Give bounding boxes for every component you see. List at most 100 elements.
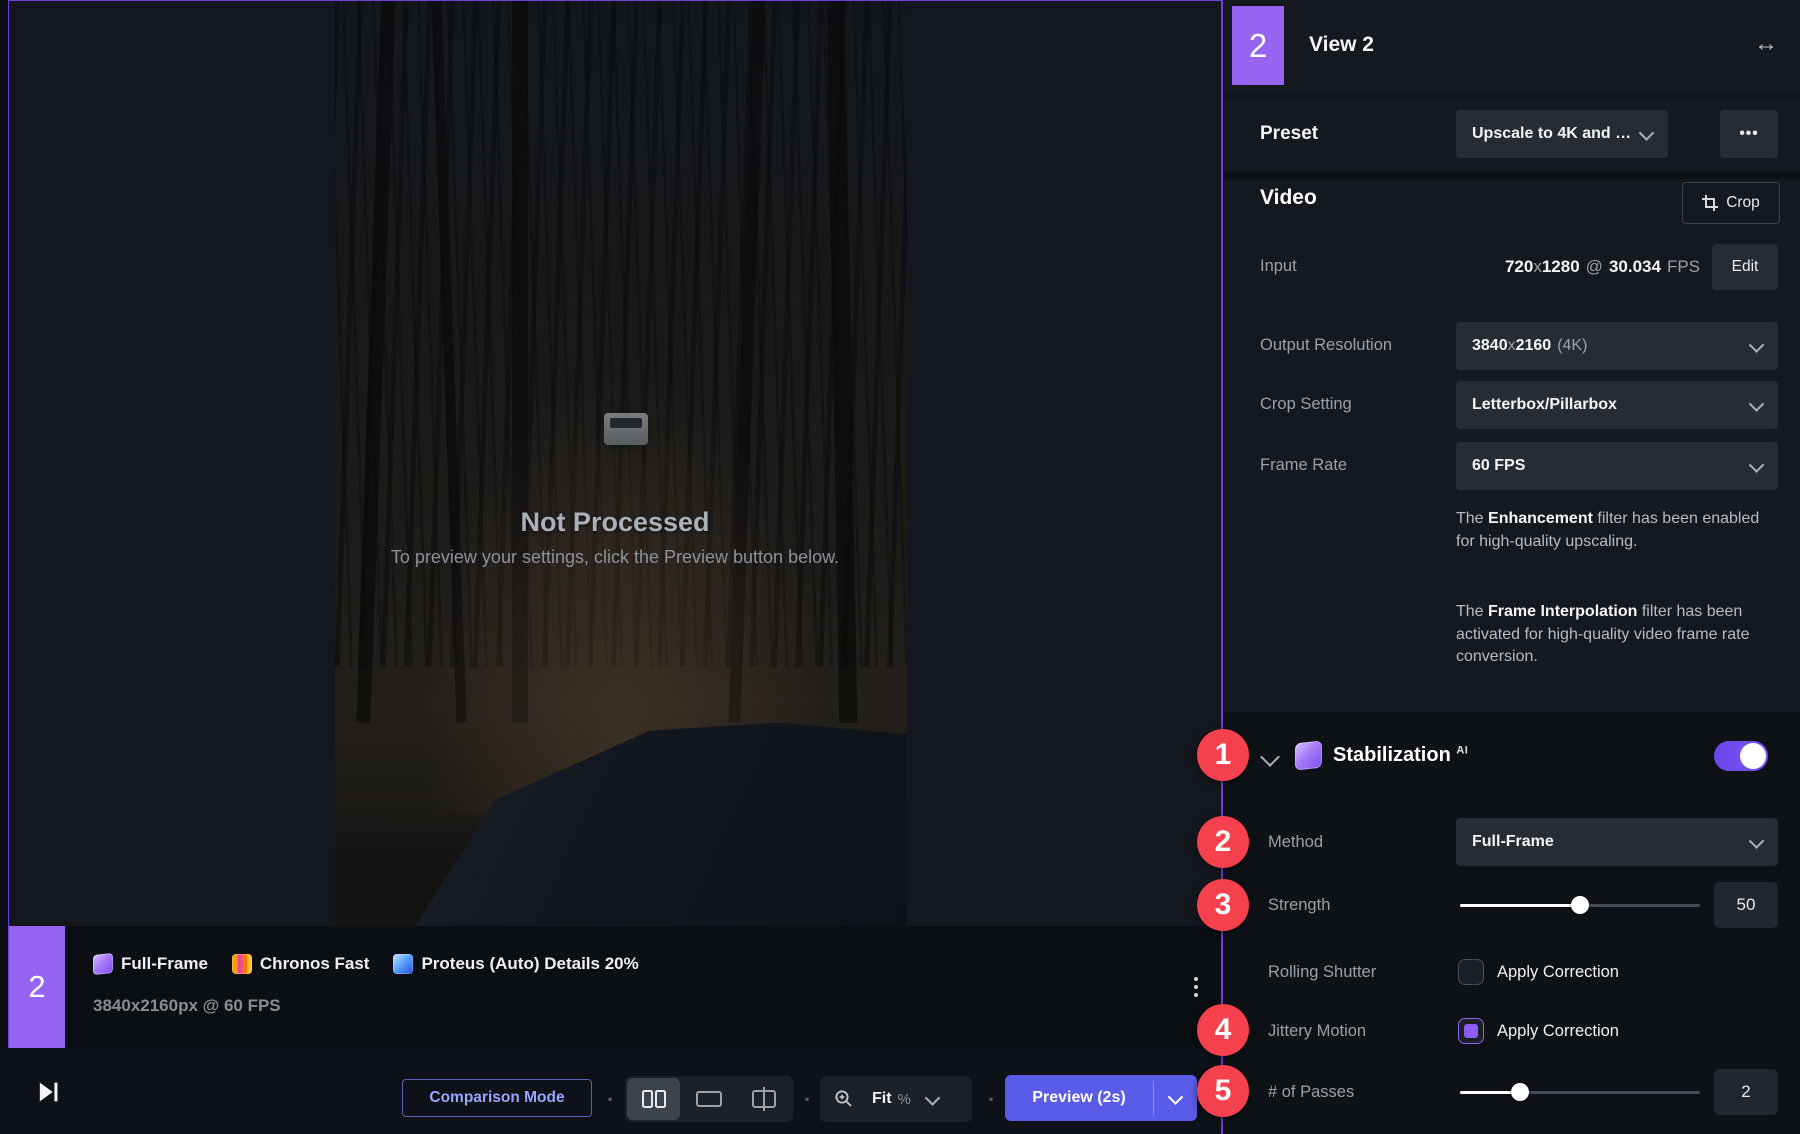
crop-button-label: Crop [1726, 194, 1760, 212]
not-processed-subtitle: To preview your settings, click the Prev… [9, 547, 1221, 568]
view-info-bar: 2 Full-Frame Chronos Fast Proteus (Auto)… [9, 926, 1221, 1048]
stabilization-toggle[interactable] [1714, 741, 1768, 771]
output-summary: 3840x2160px @ 60 FPS [93, 996, 281, 1016]
crop-setting-dropdown[interactable]: Letterbox/Pillarbox [1456, 381, 1778, 429]
collapse-section-icon[interactable] [1260, 747, 1280, 767]
video-viewport: Not Processed To preview your settings, … [8, 0, 1221, 1048]
view-number-badge: 2 [9, 926, 65, 1048]
filter-item: Full-Frame [93, 954, 208, 974]
zoom-unit: % [898, 1091, 911, 1108]
slider-fill [1460, 904, 1580, 907]
crop-button[interactable]: Crop [1682, 182, 1780, 224]
chevron-down-icon [1749, 337, 1765, 353]
expand-panel-icon[interactable]: ↔ [1754, 30, 1778, 58]
filter-label: Full-Frame [121, 954, 208, 974]
preset-more-button[interactable]: ••• [1720, 110, 1778, 158]
chevron-down-icon [1168, 1089, 1184, 1105]
output-resolution-dropdown[interactable]: 3840x2160(4K) [1456, 322, 1778, 370]
chevron-down-icon [1749, 457, 1765, 473]
frame-interpolation-note: The Frame Interpolation filter has been … [1456, 601, 1782, 669]
stabilization-title: Stabilization AI [1333, 744, 1468, 767]
more-options-icon[interactable] [1187, 965, 1205, 1009]
crop-setting-label: Crop Setting [1260, 395, 1352, 414]
preset-label: Preset [1260, 123, 1318, 145]
skip-forward-icon [34, 1078, 62, 1106]
preset-value: Upscale to 4K and … [1472, 125, 1631, 143]
rolling-shutter-option: Apply Correction [1497, 963, 1619, 982]
strength-label: Strength [1268, 896, 1330, 915]
passes-value[interactable]: 2 [1714, 1069, 1778, 1115]
chronos-icon [232, 954, 252, 974]
stabilization-icon [1295, 741, 1322, 771]
side-by-side-icon [641, 1089, 667, 1109]
enhancement-note: The Enhancement filter has been enabled … [1456, 508, 1782, 553]
output-resolution-label: Output Resolution [1260, 336, 1392, 355]
edit-input-button[interactable]: Edit [1712, 244, 1778, 290]
frame-rate-value: 60 FPS [1472, 457, 1525, 475]
toggle-knob [1740, 743, 1766, 769]
filter-label: Proteus (Auto) Details 20% [421, 954, 638, 974]
jittery-motion-checkbox[interactable] [1458, 1018, 1484, 1044]
chevron-down-icon [1639, 125, 1655, 141]
annotation-3: 3 [1197, 879, 1249, 931]
chevron-down-icon [1749, 833, 1765, 849]
filter-label: Chronos Fast [260, 954, 370, 974]
playback-toolbar: Comparison Mode · · Fit [0, 1049, 1221, 1134]
annotation-5: 5 [1197, 1065, 1249, 1117]
not-processed-dim-overlay [335, 1, 907, 926]
filter-item: Proteus (Auto) Details 20% [393, 954, 638, 974]
method-dropdown[interactable]: Full-Frame [1456, 818, 1778, 866]
passes-label: # of Passes [1268, 1083, 1354, 1102]
view-number-badge: 2 [1232, 6, 1284, 85]
toolbar-separator: · [988, 1087, 995, 1113]
preview-options-dropdown[interactable] [1154, 1075, 1197, 1121]
zoom-in-icon [834, 1089, 854, 1109]
annotation-1: 1 [1197, 729, 1249, 781]
rolling-shutter-label: Rolling Shutter [1268, 963, 1376, 982]
input-value: 720x1280@30.034FPS [1223, 257, 1700, 277]
preview-button[interactable]: Preview (2s) [1005, 1075, 1197, 1121]
layout-side-by-side-button[interactable] [627, 1078, 680, 1120]
passes-slider[interactable] [1460, 1083, 1700, 1101]
slider-thumb[interactable] [1511, 1083, 1529, 1101]
view-title: View 2 [1309, 33, 1374, 57]
layout-split-view-button[interactable] [737, 1078, 790, 1120]
method-value: Full-Frame [1472, 833, 1554, 851]
toolbar-separator: · [607, 1087, 614, 1113]
rolling-shutter-checkbox[interactable] [1458, 959, 1484, 985]
toolbar-separator: · [804, 1087, 811, 1113]
ai-badge: AI [1456, 744, 1468, 756]
filter-item: Chronos Fast [232, 954, 370, 974]
stabilization-icon [93, 953, 113, 975]
jittery-motion-option: Apply Correction [1497, 1022, 1619, 1041]
single-view-icon [695, 1090, 723, 1108]
preview-button-label[interactable]: Preview (2s) [1005, 1075, 1153, 1121]
chevron-down-icon [1749, 396, 1765, 412]
split-view-icon [750, 1086, 778, 1112]
panel-header: 2 View 2 ↔ [1223, 0, 1800, 95]
jittery-motion-label: Jittery Motion [1268, 1022, 1366, 1041]
strength-slider[interactable] [1460, 896, 1700, 914]
crop-icon [1702, 195, 1718, 211]
annotation-4: 4 [1197, 1004, 1249, 1056]
preset-dropdown[interactable]: Upscale to 4K and … [1456, 110, 1668, 158]
zoom-level-dropdown[interactable]: Fit % [820, 1076, 972, 1122]
skip-to-end-button[interactable] [34, 1078, 62, 1106]
strength-value[interactable]: 50 [1714, 882, 1778, 928]
frame-rate-dropdown[interactable]: 60 FPS [1456, 442, 1778, 490]
preset-section: Preset Upscale to 4K and … ••• [1223, 97, 1800, 171]
video-preview[interactable] [335, 1, 907, 926]
checkbox-check [1464, 1024, 1478, 1038]
output-resolution-value: 3840x2160(4K) [1472, 337, 1587, 355]
video-section-title: Video [1260, 186, 1317, 210]
frame-rate-label: Frame Rate [1260, 456, 1347, 475]
comparison-mode-button[interactable]: Comparison Mode [402, 1079, 592, 1117]
settings-panel: 2 View 2 ↔ Preset Upscale to 4K and … ••… [1223, 0, 1800, 1134]
not-processed-title: Not Processed [9, 507, 1221, 538]
annotation-2: 2 [1197, 816, 1249, 868]
method-label: Method [1268, 833, 1323, 852]
slider-thumb[interactable] [1571, 896, 1589, 914]
view-layout-switcher [625, 1076, 793, 1122]
layout-single-view-button[interactable] [682, 1078, 735, 1120]
crop-setting-value: Letterbox/Pillarbox [1472, 396, 1617, 414]
